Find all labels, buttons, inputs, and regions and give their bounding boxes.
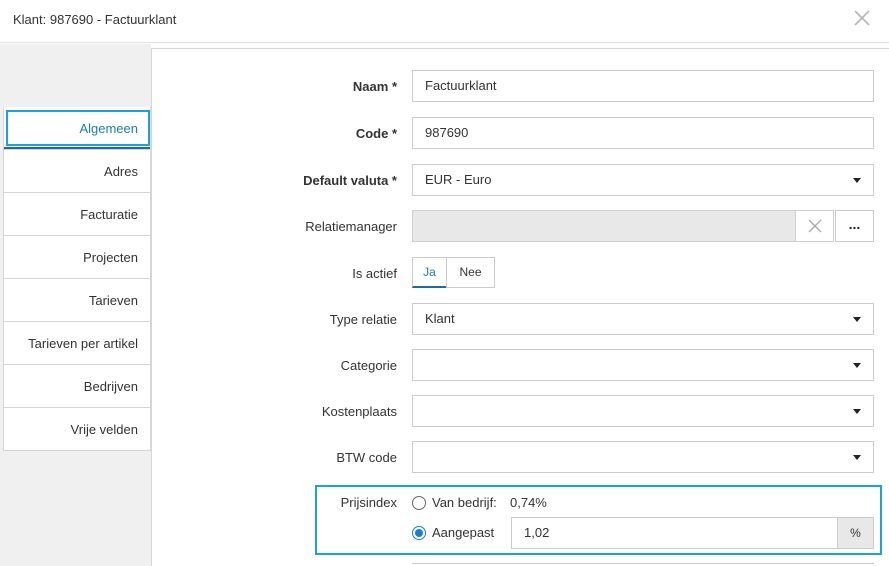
prijsindex-label: Prijsindex bbox=[340, 495, 397, 510]
aangepast-label: Aangepast bbox=[432, 525, 495, 540]
kostenplaats-label: Kostenplaats bbox=[321, 404, 397, 419]
caret-down-icon bbox=[853, 455, 861, 460]
caret-down-icon bbox=[853, 363, 861, 368]
valuta-select[interactable]: EUR - Euro bbox=[412, 164, 874, 196]
actief-nee-toggle[interactable]: Nee bbox=[446, 257, 495, 288]
valuta-value: EUR - Euro bbox=[425, 172, 492, 187]
tab-projecten[interactable]: Projecten bbox=[4, 235, 150, 278]
van-bedrijf-value: 0,74% bbox=[510, 495, 547, 510]
aangepast-input[interactable]: 1,02 bbox=[511, 517, 838, 549]
caret-down-icon bbox=[853, 178, 861, 183]
van-bedrijf-radio[interactable] bbox=[412, 496, 426, 510]
actief-label: Is actief bbox=[352, 266, 397, 281]
relatiemanager-field bbox=[412, 210, 796, 242]
tab-adres[interactable]: Adres bbox=[4, 149, 150, 192]
categorie-label: Categorie bbox=[340, 358, 397, 373]
btw-code-select[interactable] bbox=[412, 441, 874, 473]
caret-down-icon bbox=[853, 409, 861, 414]
btw-code-label: BTW code bbox=[336, 450, 397, 465]
tab-facturatie[interactable]: Facturatie bbox=[4, 192, 150, 235]
valuta-label: Default valuta * bbox=[303, 173, 397, 188]
naam-field[interactable]: Factuurklant bbox=[412, 70, 874, 102]
categorie-select[interactable] bbox=[412, 349, 874, 381]
dialog-titlebar: Klant: 987690 - Factuurklant bbox=[0, 0, 889, 43]
tab-algemeen[interactable]: Algemeen bbox=[6, 110, 150, 146]
caret-down-icon bbox=[853, 317, 861, 322]
code-label: Code * bbox=[355, 126, 397, 141]
tab-bedrijven[interactable]: Bedrijven bbox=[4, 364, 150, 407]
kostenplaats-select[interactable] bbox=[412, 395, 874, 427]
clear-x-icon bbox=[808, 219, 822, 233]
tab-list: Algemeen Adres Facturatie Projecten Tari… bbox=[3, 107, 151, 451]
code-field[interactable]: 987690 bbox=[412, 117, 874, 149]
tab-algemeen-wrapper: Algemeen bbox=[4, 107, 150, 149]
type-relatie-label: Type relatie bbox=[329, 312, 397, 327]
type-relatie-select[interactable]: Klant bbox=[412, 303, 874, 335]
actief-ja-toggle[interactable]: Ja bbox=[412, 257, 447, 288]
tab-tarieven-per-artikel[interactable]: Tarieven per artikel bbox=[4, 321, 150, 364]
naam-label: Naam * bbox=[352, 79, 397, 94]
aangepast-radio[interactable] bbox=[412, 526, 426, 540]
percent-suffix: % bbox=[837, 517, 874, 549]
dialog-title: Klant: 987690 - Factuurklant bbox=[13, 12, 177, 27]
close-icon bbox=[854, 10, 870, 26]
relatiemanager-clear-button[interactable] bbox=[796, 210, 834, 242]
type-relatie-value: Klant bbox=[425, 311, 455, 326]
van-bedrijf-label: Van bedrijf: bbox=[432, 495, 497, 510]
relatiemanager-more-button[interactable]: ... bbox=[835, 210, 874, 242]
tab-vrije-velden[interactable]: Vrije velden bbox=[4, 407, 150, 450]
tab-sidebar: Algemeen Adres Facturatie Projecten Tari… bbox=[0, 44, 151, 566]
tab-tarieven[interactable]: Tarieven bbox=[4, 278, 150, 321]
close-button[interactable] bbox=[850, 6, 874, 30]
relatiemanager-label: Relatiemanager bbox=[305, 219, 397, 234]
